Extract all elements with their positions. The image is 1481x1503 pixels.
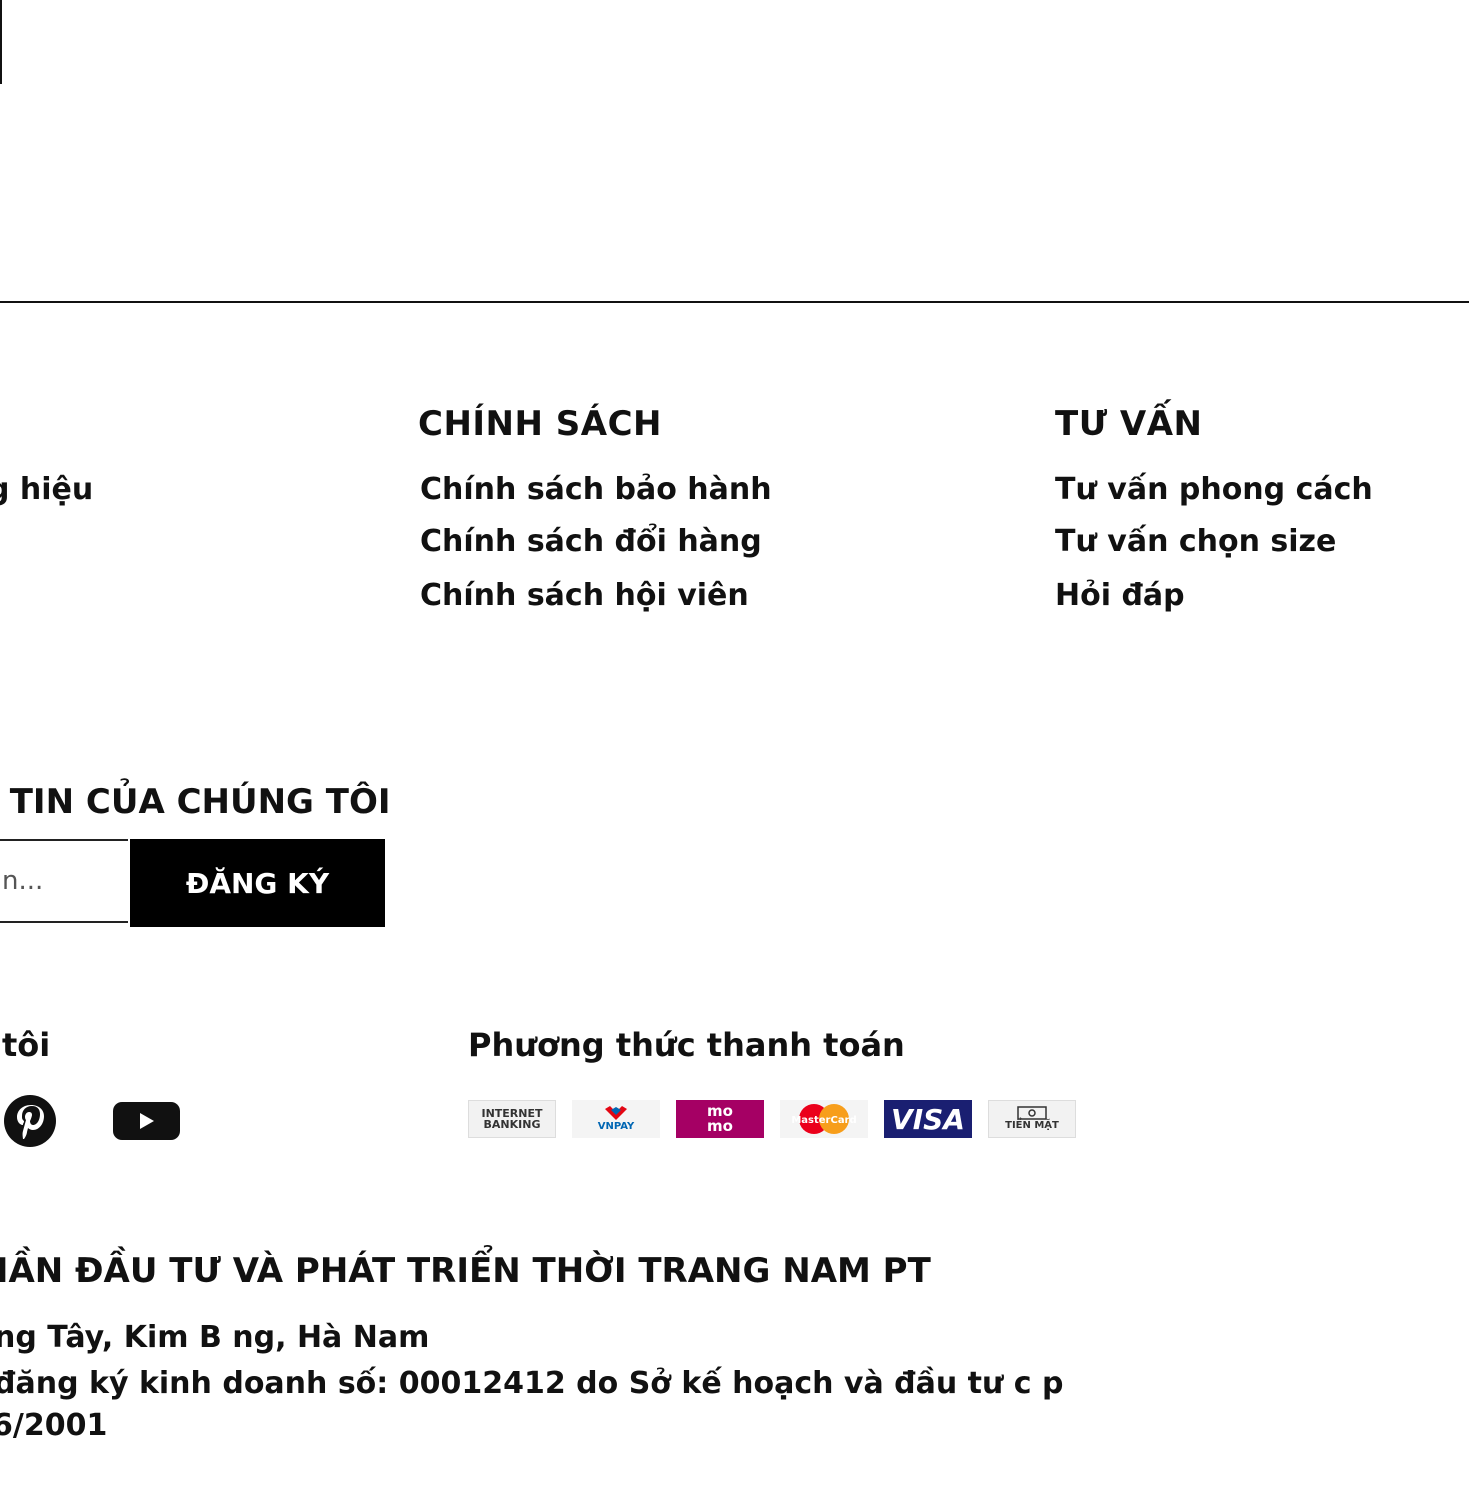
about-link-partial[interactable]: g hiệu — [0, 472, 93, 507]
youtube-icon[interactable] — [112, 1101, 182, 1141]
policy-link-membership[interactable]: Chính sách hội viên — [420, 578, 749, 613]
vnpay-badge: VNPAY — [572, 1100, 660, 1138]
social-title: tôi — [2, 1026, 51, 1064]
vnpay-logo-icon — [605, 1106, 627, 1120]
mastercard-badge: MasterCard — [780, 1100, 868, 1138]
newsletter-email-input[interactable] — [0, 839, 128, 923]
footer-divider — [0, 301, 1469, 303]
newsletter-title: G TIN CỦA CHÚNG TÔI — [0, 782, 391, 822]
visa-badge: VISA — [884, 1100, 972, 1138]
company-license-date: 6/2001 — [0, 1408, 108, 1443]
company-name: HẦN ĐẦU TƯ VÀ PHÁT TRIỂN THỜI TRANG NAM … — [0, 1251, 931, 1291]
momo-badge: mo mo — [676, 1100, 764, 1138]
advice-link-faq[interactable]: Hỏi đáp — [1055, 578, 1185, 613]
company-address: ng Tây, Kim B ng, Hà Nam — [0, 1320, 430, 1355]
cash-icon — [1017, 1106, 1047, 1120]
edge-line — [0, 0, 2, 84]
policy-link-exchange[interactable]: Chính sách đổi hàng — [420, 524, 762, 559]
policy-column-title: CHÍNH SÁCH — [418, 404, 663, 444]
pinterest-icon[interactable] — [0, 1094, 66, 1148]
policy-link-warranty[interactable]: Chính sách bảo hành — [420, 472, 772, 507]
subscribe-button[interactable]: ĐĂNG KÝ — [130, 839, 385, 927]
advice-link-style[interactable]: Tư vấn phong cách — [1055, 472, 1373, 507]
payment-title: Phương thức thanh toán — [468, 1026, 905, 1064]
mastercard-logo-icon: MasterCard — [791, 1104, 857, 1134]
advice-column-title: TƯ VẤN — [1055, 404, 1203, 444]
advice-link-size[interactable]: Tư vấn chọn size — [1055, 524, 1336, 559]
internet-banking-badge: INTERNET BANKING — [468, 1100, 556, 1138]
svg-text:MasterCard: MasterCard — [791, 1115, 856, 1126]
company-license: đăng ký kinh doanh số: 00012412 do Sở kế… — [0, 1366, 1064, 1401]
cash-badge: TIỀN MẶT — [988, 1100, 1076, 1138]
